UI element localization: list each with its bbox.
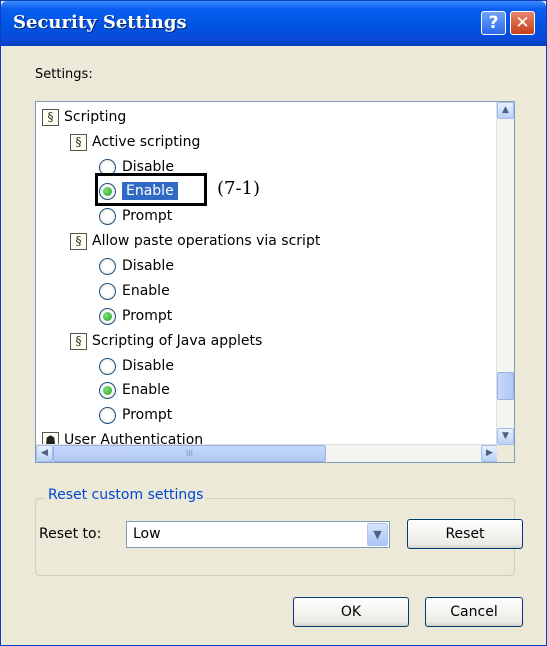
option-label: Prompt bbox=[122, 308, 173, 324]
vertical-scrollbar[interactable]: ▲ ▼ bbox=[496, 102, 514, 445]
close-icon: ✕ bbox=[515, 13, 530, 33]
title-bar[interactable]: Security Settings ? ✕ bbox=[1, 1, 546, 46]
close-button[interactable]: ✕ bbox=[510, 11, 535, 35]
scroll-corner bbox=[497, 445, 514, 462]
option-label: Prompt bbox=[122, 208, 173, 224]
script-icon: § bbox=[70, 232, 87, 250]
tree-category-scripting[interactable]: § Scripting bbox=[42, 106, 126, 128]
chevron-right-icon: ▶ bbox=[486, 448, 493, 458]
settings-tree[interactable]: § Scripting § Active scripting Disable E… bbox=[35, 101, 515, 463]
script-icon: § bbox=[70, 133, 87, 151]
horizontal-scroll-thumb[interactable]: III bbox=[53, 445, 326, 462]
radio-button[interactable] bbox=[99, 282, 116, 300]
option-active-scripting-disable[interactable]: Disable bbox=[99, 156, 174, 178]
chevron-up-icon: ▲ bbox=[502, 105, 509, 115]
option-active-scripting-prompt[interactable]: Prompt bbox=[99, 205, 172, 227]
tree-setting-java-applets[interactable]: § Scripting of Java applets bbox=[70, 330, 262, 352]
settings-label: Settings: bbox=[35, 67, 93, 82]
dropdown-button[interactable]: ▼ bbox=[367, 523, 388, 546]
chevron-left-icon: ◀ bbox=[41, 448, 48, 458]
option-label: Enable bbox=[122, 382, 170, 398]
ok-button[interactable]: OK bbox=[293, 597, 409, 627]
radio-button[interactable] bbox=[99, 406, 116, 424]
option-java-applets-enable[interactable]: Enable bbox=[99, 379, 170, 401]
scroll-up-button[interactable]: ▲ bbox=[497, 102, 514, 119]
radio-button[interactable] bbox=[99, 257, 116, 275]
window-title: Security Settings bbox=[13, 12, 187, 33]
tree-item-label: Scripting bbox=[64, 109, 127, 125]
reset-button[interactable]: Reset bbox=[407, 519, 523, 549]
option-label: Enable bbox=[122, 182, 178, 200]
option-java-applets-disable[interactable]: Disable bbox=[99, 355, 174, 377]
security-settings-dialog: Security Settings ? ✕ Settings: § Script… bbox=[0, 0, 547, 646]
script-icon: § bbox=[42, 108, 59, 126]
help-icon: ? bbox=[488, 13, 499, 33]
tree-item-label: Active scripting bbox=[92, 134, 201, 150]
scroll-right-button[interactable]: ▶ bbox=[481, 445, 498, 462]
chevron-down-icon: ▼ bbox=[502, 431, 509, 441]
radio-button-checked[interactable] bbox=[99, 381, 116, 399]
horizontal-scrollbar[interactable]: ◀ III ▶ bbox=[36, 444, 498, 462]
option-label: Disable bbox=[122, 258, 174, 274]
reset-to-select[interactable]: Low ▼ bbox=[126, 521, 390, 548]
option-java-applets-prompt[interactable]: Prompt bbox=[99, 404, 172, 426]
vertical-scroll-thumb[interactable] bbox=[497, 372, 514, 400]
chevron-down-icon: ▼ bbox=[373, 528, 382, 541]
annotation-label: (7-1) bbox=[217, 178, 261, 199]
option-label: Enable bbox=[122, 283, 170, 299]
option-allow-paste-enable[interactable]: Enable bbox=[99, 280, 170, 302]
option-label: Disable bbox=[122, 358, 174, 374]
grip-icon: III bbox=[185, 449, 194, 458]
radio-button-checked[interactable] bbox=[99, 182, 116, 200]
option-allow-paste-disable[interactable]: Disable bbox=[99, 255, 174, 277]
option-label: Disable bbox=[122, 159, 174, 175]
cancel-button[interactable]: Cancel bbox=[425, 597, 523, 627]
radio-button[interactable] bbox=[99, 357, 116, 375]
option-label: Prompt bbox=[122, 407, 173, 423]
option-allow-paste-prompt[interactable]: Prompt bbox=[99, 305, 172, 327]
radio-button[interactable] bbox=[99, 207, 116, 225]
script-icon: § bbox=[70, 332, 87, 350]
tree-setting-active-scripting[interactable]: § Active scripting bbox=[70, 131, 200, 153]
reset-group-title: Reset custom settings bbox=[45, 487, 207, 503]
tree-setting-allow-paste[interactable]: § Allow paste operations via script bbox=[70, 230, 320, 252]
tree-item-label: Allow paste operations via script bbox=[92, 233, 321, 249]
radio-button-checked[interactable] bbox=[99, 307, 116, 325]
scroll-down-button[interactable]: ▼ bbox=[497, 428, 514, 445]
radio-button[interactable] bbox=[99, 158, 116, 176]
reset-to-value: Low bbox=[133, 526, 161, 542]
tree-item-label: Scripting of Java applets bbox=[92, 333, 263, 349]
scroll-left-button[interactable]: ◀ bbox=[36, 445, 53, 462]
option-active-scripting-enable[interactable]: Enable bbox=[99, 180, 178, 202]
reset-to-label: Reset to: bbox=[39, 526, 102, 542]
help-button[interactable]: ? bbox=[481, 11, 506, 35]
